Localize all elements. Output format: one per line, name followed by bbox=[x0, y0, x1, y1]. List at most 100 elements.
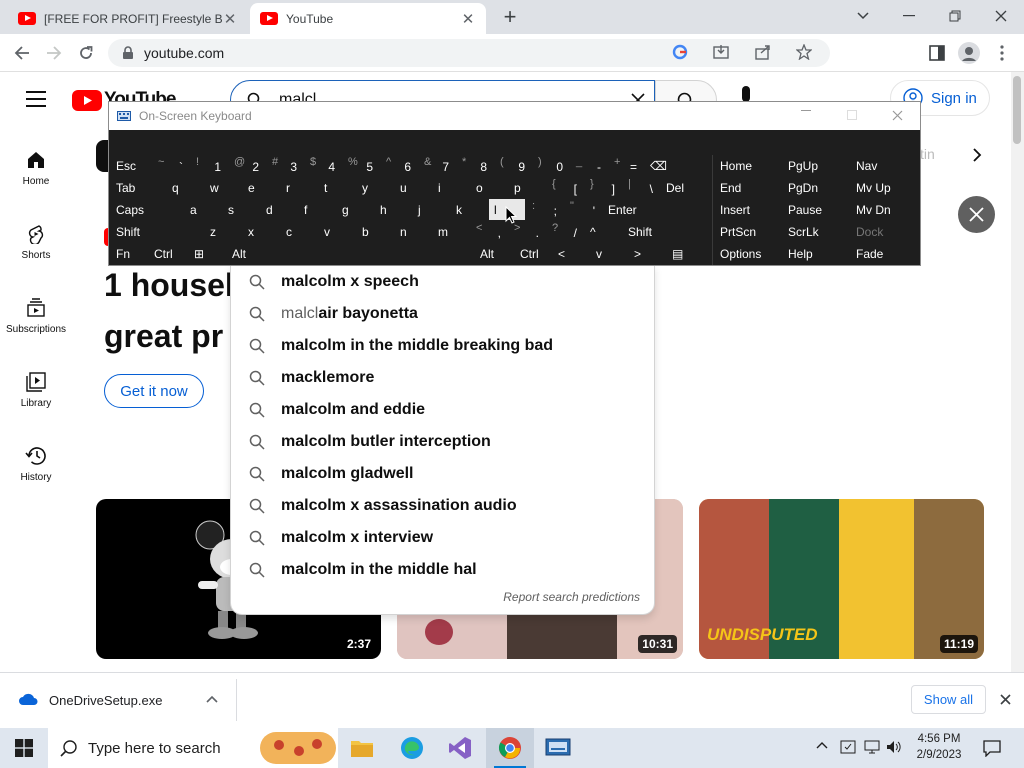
download-filename[interactable]: OneDriveSetup.exe bbox=[49, 693, 162, 708]
osk-key[interactable]: z bbox=[205, 221, 241, 242]
taskbar-search-box[interactable]: Type here to search bbox=[48, 728, 338, 768]
chrome-taskbar-icon[interactable] bbox=[486, 728, 534, 768]
osk-key[interactable]: x bbox=[243, 221, 279, 242]
osk-close-icon[interactable] bbox=[892, 110, 903, 121]
osk-key[interactable]: ▤ bbox=[667, 243, 712, 264]
osk-nav-key[interactable]: Dock bbox=[851, 221, 917, 242]
osk-key[interactable]: (9 bbox=[495, 155, 531, 176]
close-window-icon[interactable] bbox=[987, 4, 1015, 28]
osk-key[interactable]: Del bbox=[661, 177, 712, 198]
osk-key[interactable]: $4 bbox=[305, 155, 341, 176]
chrome-menu-icon[interactable] bbox=[988, 39, 1016, 67]
osk-key[interactable]: k bbox=[451, 199, 487, 220]
osk-key[interactable]: p bbox=[509, 177, 545, 198]
restore-icon[interactable] bbox=[941, 4, 969, 28]
suggestion-item[interactable]: malcolm and eddie bbox=[231, 394, 654, 426]
chip-scroll-right-icon[interactable] bbox=[972, 147, 982, 163]
nav-subscriptions[interactable]: Subscriptions bbox=[0, 298, 72, 335]
show-all-downloads-button[interactable]: Show all bbox=[911, 685, 986, 714]
osk-nav-key[interactable]: Insert bbox=[715, 199, 781, 220]
new-tab-button[interactable]: + bbox=[498, 4, 522, 30]
nav-shorts[interactable]: Shorts bbox=[0, 224, 72, 261]
download-options-chevron-icon[interactable] bbox=[206, 695, 218, 703]
show-hidden-icons-icon[interactable] bbox=[816, 741, 828, 749]
osk-key[interactable]: q bbox=[167, 177, 203, 198]
osk-key[interactable]: c bbox=[281, 221, 317, 242]
osk-key[interactable]: | \ bbox=[623, 177, 659, 198]
osk-key[interactable]: j bbox=[413, 199, 449, 220]
scrollbar-thumb[interactable] bbox=[1013, 76, 1021, 144]
osk-key[interactable]: n bbox=[395, 221, 431, 242]
osk-taskbar-icon[interactable] bbox=[534, 728, 582, 768]
osk-key[interactable]: t bbox=[319, 177, 355, 198]
osk-key[interactable]: * 8 bbox=[457, 155, 493, 176]
tab-freestyle-beat[interactable]: [FREE FOR PROFIT] Freestyle Beat ✕ bbox=[8, 3, 248, 34]
security-icon[interactable] bbox=[840, 739, 856, 755]
osk-key[interactable]: Alt bbox=[227, 243, 263, 264]
osk-key[interactable]: ? / bbox=[547, 221, 583, 242]
osk-nav-key[interactable]: PgUp bbox=[783, 155, 849, 176]
side-panel-icon[interactable] bbox=[923, 39, 951, 67]
osk-key[interactable]: ^ bbox=[585, 221, 621, 242]
close-tab-icon[interactable]: ✕ bbox=[460, 10, 476, 28]
osk-key[interactable]: Esc bbox=[111, 155, 151, 176]
suggestion-item[interactable]: malcolm butler interception bbox=[231, 426, 654, 458]
osk-nav-key[interactable]: Mv Dn bbox=[851, 199, 917, 220]
share-icon[interactable] bbox=[754, 44, 771, 60]
osk-nav-key[interactable]: Nav bbox=[851, 155, 917, 176]
suggestion-item[interactable]: malcolm in the middle breaking bad bbox=[231, 330, 654, 362]
osk-key[interactable]: g bbox=[337, 199, 373, 220]
osk-key[interactable]: % 5 bbox=[343, 155, 379, 176]
osk-key[interactable]: i bbox=[433, 177, 469, 198]
osk-nav-key[interactable]: PgDn bbox=[783, 177, 849, 198]
osk-key[interactable]: e bbox=[243, 177, 279, 198]
visual-studio-icon[interactable] bbox=[436, 728, 484, 768]
osk-key[interactable]: Ctrl bbox=[515, 243, 553, 264]
chip-all[interactable] bbox=[96, 140, 108, 172]
file-explorer-icon[interactable] bbox=[338, 728, 386, 768]
osk-key[interactable]: d bbox=[261, 199, 297, 220]
osk-title-bar[interactable]: On-Screen Keyboard bbox=[109, 102, 920, 130]
forward-icon[interactable] bbox=[40, 39, 68, 67]
osk-key[interactable]: #3 bbox=[267, 155, 303, 176]
osk-nav-key[interactable]: End bbox=[715, 177, 781, 198]
osk-key[interactable]: Alt bbox=[475, 243, 513, 264]
profile-avatar-icon[interactable] bbox=[955, 39, 983, 67]
suggestion-item[interactable]: malcolm gladwell bbox=[231, 458, 654, 490]
osk-key[interactable]: {[ bbox=[547, 177, 583, 198]
osk-key[interactable]: y bbox=[357, 177, 393, 198]
osk-key[interactable]: ^ 6 bbox=[381, 155, 417, 176]
osk-key[interactable]: m bbox=[433, 221, 469, 242]
osk-key[interactable]: ! 1 bbox=[191, 155, 227, 176]
nav-library[interactable]: Library bbox=[0, 372, 72, 409]
osk-nav-key[interactable]: Mv Up bbox=[851, 177, 917, 198]
osk-key[interactable]: ~ ` bbox=[153, 155, 189, 176]
osk-key[interactable]: Enter bbox=[603, 199, 712, 220]
osk-key[interactable]: Tab bbox=[111, 177, 165, 198]
osk-key[interactable]: w bbox=[205, 177, 241, 198]
osk-maximize-icon[interactable] bbox=[847, 110, 857, 120]
osk-key[interactable]: ) 0 bbox=[533, 155, 569, 176]
report-predictions-link[interactable]: Report search predictions bbox=[503, 590, 640, 604]
page-scrollbar[interactable] bbox=[1011, 72, 1024, 672]
osk-key[interactable]: ⊞ bbox=[189, 243, 225, 264]
osk-key[interactable]: }] bbox=[585, 177, 621, 198]
minimize-icon[interactable] bbox=[895, 4, 923, 28]
tab-youtube[interactable]: YouTube ✕ bbox=[250, 3, 486, 34]
suggestion-item[interactable]: malcolm x assassination audio bbox=[231, 490, 654, 522]
osk-key[interactable]: h bbox=[375, 199, 411, 220]
bookmark-star-icon[interactable] bbox=[795, 44, 812, 60]
hamburger-menu-icon[interactable] bbox=[26, 91, 46, 107]
clock[interactable]: 4:56 PM 2/9/2023 bbox=[910, 731, 968, 763]
install-app-icon[interactable] bbox=[713, 44, 730, 60]
ad-close-button[interactable] bbox=[958, 196, 995, 233]
suggestion-item[interactable]: malclair bayonetta bbox=[231, 298, 654, 330]
ad-cta-button[interactable]: Get it now bbox=[104, 374, 204, 408]
osk-key[interactable]: < bbox=[553, 243, 589, 264]
nav-home[interactable]: Home bbox=[0, 150, 72, 187]
osk-key[interactable]: > bbox=[629, 243, 665, 264]
volume-icon[interactable] bbox=[886, 739, 902, 755]
osk-key[interactable]: & 7 bbox=[419, 155, 455, 176]
osk-key[interactable]: Fn bbox=[111, 243, 147, 264]
osk-minimize-icon[interactable] bbox=[801, 110, 811, 112]
